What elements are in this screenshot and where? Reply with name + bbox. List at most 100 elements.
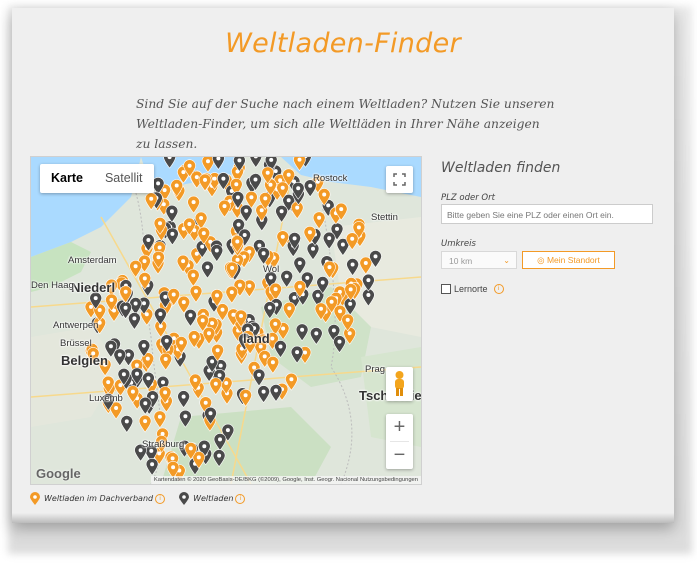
fullscreen-icon bbox=[393, 173, 406, 186]
store-pin-dachverband[interactable] bbox=[202, 326, 216, 345]
store-pin-weltladen[interactable] bbox=[252, 368, 266, 387]
info-icon[interactable]: i bbox=[155, 493, 166, 504]
store-pin-weltladen[interactable] bbox=[212, 449, 226, 468]
map-legend: Weltladen im Dachverband i Weltladen i bbox=[30, 492, 259, 505]
store-pin-dachverband[interactable] bbox=[266, 356, 280, 374]
grey-pin-icon bbox=[179, 492, 190, 505]
store-map[interactable]: Niederl Amsterdam Den Haag Antwerpen Brü… bbox=[30, 156, 422, 485]
intro-line-1: Sind Sie auf der Suche nach einem Weltla… bbox=[136, 97, 555, 111]
store-pin-dachverband[interactable] bbox=[159, 352, 172, 371]
store-pin-weltladen[interactable] bbox=[295, 323, 309, 342]
plz-label: PLZ oder Ort bbox=[441, 193, 495, 203]
store-pin-weltladen[interactable] bbox=[257, 385, 270, 404]
store-pin-weltladen[interactable] bbox=[306, 242, 320, 261]
intro-text: Sind Sie auf der Suche nach einem Weltla… bbox=[136, 94, 556, 154]
store-pin-dachverband[interactable] bbox=[225, 285, 239, 304]
legend-item-weltladen: Weltladen i bbox=[179, 492, 246, 505]
lernorte-label: Lernorte bbox=[454, 284, 488, 294]
finder-panel: Weltladen finden PLZ oder Ort Bitte gebe… bbox=[441, 160, 669, 294]
store-pin-weltladen[interactable] bbox=[322, 231, 336, 250]
store-pin-dachverband[interactable] bbox=[189, 285, 203, 303]
legend-label-weltladen: Weltladen bbox=[193, 494, 234, 503]
zoom-control: + − bbox=[386, 414, 413, 469]
store-pin-weltladen[interactable] bbox=[275, 205, 288, 223]
city-label-belgien: Belgien bbox=[61, 353, 108, 368]
location-target-icon: ◎ bbox=[537, 255, 545, 265]
pegman-icon bbox=[395, 371, 404, 396]
lernorte-filter[interactable]: Lernorte i bbox=[441, 284, 504, 294]
my-location-label: Mein Standort bbox=[546, 255, 600, 265]
store-pin-dachverband[interactable] bbox=[218, 199, 231, 218]
city-label-rostock: Rostock bbox=[313, 173, 348, 184]
map-attribution[interactable]: Kartendaten © 2020 GeoBasis-DE/BKG (©200… bbox=[150, 476, 421, 484]
lernorte-checkbox[interactable] bbox=[441, 284, 451, 294]
store-pin-weltladen[interactable] bbox=[290, 345, 304, 364]
store-pin-weltladen[interactable] bbox=[309, 327, 323, 345]
store-pin-weltladen[interactable] bbox=[128, 312, 141, 330]
store-pin-dachverband[interactable] bbox=[153, 410, 167, 429]
store-pin-weltladen[interactable] bbox=[201, 260, 214, 279]
store-pin-dachverband[interactable] bbox=[138, 414, 152, 433]
store-pin-weltladen[interactable] bbox=[184, 309, 197, 327]
store-pin-weltladen[interactable] bbox=[249, 157, 262, 168]
store-pin-dachverband[interactable] bbox=[312, 211, 326, 230]
orange-pin-icon bbox=[30, 492, 40, 505]
street-view-button[interactable] bbox=[386, 367, 413, 401]
store-pin-weltladen[interactable] bbox=[293, 256, 307, 275]
map-type-map-button[interactable]: Karte bbox=[40, 164, 94, 193]
umkreis-value: 10 km bbox=[449, 256, 473, 266]
city-label-prag: Prag bbox=[365, 364, 386, 375]
chevron-down-icon: ⌄ bbox=[503, 256, 510, 265]
page-title: Weltladen-Finder bbox=[225, 28, 461, 59]
city-label-antwerpen: Antwerpen bbox=[53, 320, 99, 331]
city-label-strassburg: Straßburg bbox=[142, 439, 185, 450]
store-pin-weltladen[interactable] bbox=[263, 301, 277, 320]
zoom-in-button[interactable]: + bbox=[386, 414, 413, 441]
store-pin-weltladen[interactable] bbox=[213, 433, 227, 451]
store-pin-dachverband[interactable] bbox=[209, 377, 223, 396]
city-label-stettin: Stettin bbox=[371, 212, 398, 223]
info-icon[interactable]: i bbox=[493, 284, 504, 294]
store-pin-dachverband[interactable] bbox=[290, 201, 304, 220]
finder-heading: Weltladen finden bbox=[441, 160, 561, 176]
umkreis-select[interactable]: 10 km ⌄ bbox=[441, 251, 517, 269]
store-pin-dachverband[interactable] bbox=[282, 301, 296, 320]
store-pin-weltladen[interactable] bbox=[362, 273, 375, 292]
intro-line-2: Weltladen-Finder, um sich alle Weltläden… bbox=[136, 117, 540, 151]
store-pin-weltladen[interactable] bbox=[212, 157, 225, 170]
store-pin-weltladen[interactable] bbox=[333, 335, 346, 354]
store-pin-dachverband[interactable] bbox=[201, 157, 215, 173]
store-pin-weltladen[interactable] bbox=[163, 157, 176, 169]
store-pin-dachverband[interactable] bbox=[187, 268, 200, 287]
store-pin-weltladen[interactable] bbox=[280, 270, 293, 288]
store-pin-dachverband[interactable] bbox=[359, 256, 373, 275]
google-logo: Google bbox=[36, 466, 81, 481]
umkreis-label: Umkreis bbox=[441, 239, 476, 249]
legend-item-dachverband: Weltladen im Dachverband i bbox=[30, 492, 166, 505]
store-pin-weltladen[interactable] bbox=[179, 409, 192, 428]
store-pin-weltladen[interactable] bbox=[274, 340, 287, 359]
store-pin-weltladen[interactable] bbox=[120, 415, 134, 433]
store-pin-weltladen[interactable] bbox=[165, 204, 179, 223]
info-icon[interactable]: i bbox=[235, 493, 246, 504]
city-label-bruessel: Brüssel bbox=[60, 338, 92, 349]
city-label-wolfsburg: Wol bbox=[263, 264, 280, 275]
store-pin-weltladen[interactable] bbox=[177, 390, 190, 409]
zoom-out-button[interactable]: − bbox=[386, 442, 413, 469]
store-pin-weltladen[interactable] bbox=[210, 244, 224, 263]
map-type-satellite-button[interactable]: Satellit bbox=[94, 164, 154, 193]
store-pin-weltladen[interactable] bbox=[145, 458, 159, 476]
store-pin-dachverband[interactable] bbox=[187, 195, 200, 214]
store-pin-weltladen[interactable] bbox=[113, 348, 127, 367]
city-label-amsterdam: Amsterdam bbox=[68, 255, 117, 266]
legend-label-dachverband: Weltladen im Dachverband bbox=[44, 494, 154, 503]
store-pin-weltladen[interactable] bbox=[346, 258, 359, 277]
my-location-button[interactable]: ◎ Mein Standort bbox=[522, 251, 615, 269]
fullscreen-button[interactable] bbox=[386, 166, 413, 193]
store-pin-weltladen[interactable] bbox=[269, 384, 283, 402]
store-pin-weltladen[interactable] bbox=[166, 227, 179, 246]
city-label-luxemburg: Luxemb bbox=[89, 393, 123, 404]
store-pin-dachverband[interactable] bbox=[293, 157, 306, 172]
plz-input[interactable]: Bitte geben Sie eine PLZ oder einen Ort … bbox=[441, 204, 653, 224]
store-pin-dachverband[interactable] bbox=[239, 389, 252, 407]
